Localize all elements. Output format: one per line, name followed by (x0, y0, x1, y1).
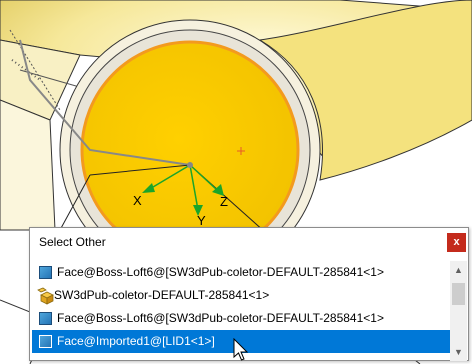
list-item-label: Face@Boss-Loft6@[SW3dPub-coletor-DEFAULT… (57, 311, 384, 325)
scroll-down-icon[interactable]: ▼ (450, 344, 467, 361)
list-item-label: SW3dPub-coletor-DEFAULT-285841<1> (54, 288, 270, 302)
list-item-label: Face@Boss-Loft6@[SW3dPub-coletor-DEFAULT… (57, 265, 384, 279)
mouse-pointer-icon (233, 338, 249, 361)
face-icon (39, 335, 52, 348)
popup-title: Select Other (39, 235, 106, 249)
scroll-thumb[interactable] (452, 283, 465, 305)
lid-face[interactable] (80, 40, 300, 260)
side-panel (0, 99, 56, 231)
triad-x-label: X (133, 193, 142, 208)
vertical-scrollbar[interactable]: ▲ ▼ (450, 261, 467, 361)
triad-z-label: Z (220, 194, 228, 209)
popup-header: Select Other x (30, 228, 468, 254)
face-icon (39, 312, 52, 325)
close-button[interactable]: x (447, 233, 466, 252)
part-icon (37, 287, 54, 305)
face-icon (39, 266, 52, 279)
list-item[interactable]: Face@Boss-Loft6@[SW3dPub-coletor-DEFAULT… (32, 261, 450, 284)
scroll-up-icon[interactable]: ▲ (450, 262, 467, 279)
triad-y-label: Y (197, 213, 206, 228)
list-item[interactable]: Face@Boss-Loft6@[SW3dPub-coletor-DEFAULT… (32, 307, 450, 330)
list-item-label: Face@Imported1@[LID1<1>] (57, 334, 215, 348)
list-item[interactable]: SW3dPub-coletor-DEFAULT-285841<1> (32, 284, 450, 307)
select-other-popup: Select Other x Face@Boss-Loft6@[SW3dPub-… (29, 227, 469, 361)
